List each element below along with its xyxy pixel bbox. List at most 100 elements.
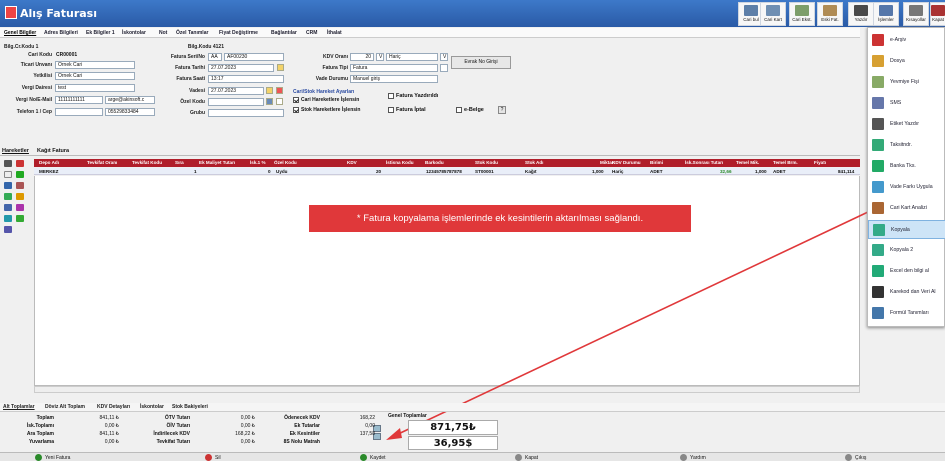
menu-item-4[interactable]: Etiket Yazdır [868, 115, 945, 134]
fatura-tipi-select[interactable]: Fatura [350, 64, 438, 72]
menu-item-9[interactable]: Kopyala [868, 220, 945, 239]
grid-header-18[interactable]: Fiyatı [814, 160, 826, 165]
delete-icon[interactable] [16, 160, 24, 167]
toolbar-button-5[interactable]: İşlemler [873, 2, 899, 26]
menu-item-3[interactable]: SMS [868, 94, 945, 113]
grid-header-6[interactable]: Özel Kodu [274, 160, 297, 165]
kdv-mode-select[interactable]: Hariç [386, 53, 438, 61]
toolbar-button-6[interactable]: Kısayollar [903, 2, 929, 26]
tab-0[interactable]: Genel Bilgiler [4, 30, 36, 36]
ozel-kodu-field[interactable] [208, 98, 264, 106]
vergi-dairesi-field[interactable]: test [55, 84, 135, 92]
dropdown-icon[interactable] [276, 98, 283, 105]
bottom-tab-1[interactable]: Döviz Alt Toplam [45, 404, 85, 410]
bottom-tab-3[interactable]: İskontolar [140, 404, 164, 410]
grid-header-16[interactable]: Temel Mik. [736, 160, 759, 165]
footer-button-0[interactable]: Yeni Fatura [35, 454, 75, 461]
grid-header-3[interactable]: Sıra [175, 160, 184, 165]
menu-item-7[interactable]: Vade Farkı Uygula [868, 178, 945, 197]
fatura-tipi-v-button[interactable] [440, 64, 448, 72]
grid-header-13[interactable]: KDV Durumu [612, 160, 641, 165]
iptal-checkbox[interactable] [388, 107, 394, 113]
fatura-tarihi-field[interactable]: 27.07.2023 [208, 64, 274, 72]
grid-header-2[interactable]: Tevkifat Kodu [132, 160, 162, 165]
menu-item-11[interactable]: Excel den bilgi al [868, 262, 945, 281]
ticari-unvani-field[interactable]: Örnek Cari [55, 61, 135, 69]
tools-icon[interactable] [4, 226, 12, 233]
table-row[interactable]: MERKEZ 1 0 Uydu 20 12345785787878 ST00001 Kağıt… [34, 168, 860, 175]
fatura-no-field[interactable]: AF00230 [224, 53, 284, 61]
grid-header-14[interactable]: Birimi [650, 160, 663, 165]
footer-button-3[interactable]: Kapat [515, 454, 555, 461]
yetkilisi-field[interactable]: Örnek Cari [55, 72, 135, 80]
clear-date-icon[interactable] [276, 87, 283, 94]
menu-item-10[interactable]: Kopyala 2 [868, 241, 945, 260]
grid-header-17[interactable]: Temel Brm. [773, 160, 798, 165]
help-button[interactable]: ? [498, 106, 506, 114]
tab-8[interactable]: CRM [306, 30, 317, 36]
grid-header-0[interactable]: Depo Adı [39, 160, 59, 165]
add-icon[interactable] [16, 171, 24, 178]
evrak-no-button[interactable]: Evrak No Girişi [451, 56, 511, 69]
menu-item-12[interactable]: Karekod dan Veri Al [868, 283, 945, 302]
dollar-icon[interactable] [16, 193, 24, 200]
new-row-icon[interactable] [4, 171, 12, 178]
menu-item-1[interactable]: Dosya [868, 52, 945, 71]
tab-6[interactable]: Fiyat Değiştirme [219, 30, 258, 36]
toolbar-button-4[interactable]: Yazdır [848, 2, 874, 26]
settings-icon[interactable] [4, 160, 12, 167]
grid-header-11[interactable]: Stok Adı [525, 160, 543, 165]
footer-button-1[interactable]: Sil [205, 454, 245, 461]
fatura-seri-field[interactable]: AA [208, 53, 222, 61]
grid-header-1[interactable]: Tevkifat Oranı [87, 160, 117, 165]
tab-9[interactable]: İthalat [327, 30, 342, 36]
kdv-orani-field[interactable]: 20 [350, 53, 374, 61]
stock-icon[interactable] [4, 193, 12, 200]
tab-kagit-fatura[interactable]: Kağıt Fatura [37, 148, 69, 154]
tab-2[interactable]: Ek Bilgiler 1 [86, 30, 115, 36]
yazdirildi-checkbox[interactable] [388, 93, 394, 99]
menu-item-13[interactable]: Formül Tanımları [868, 304, 945, 323]
cari-kodu-value[interactable]: CR00001 [56, 52, 77, 58]
calendar-icon[interactable] [277, 64, 284, 71]
cep-field[interactable]: 05529833484 [105, 108, 155, 116]
bottom-tab-0[interactable]: Alt Toplamlar [3, 404, 35, 410]
grid-header-9[interactable]: Barkodu [425, 160, 444, 165]
stok-hareket-checkbox[interactable] [293, 107, 299, 113]
menu-item-5[interactable]: Taksitndr. [868, 136, 945, 155]
grid-header-4[interactable]: Ek Maliyet Tutarı [199, 160, 235, 165]
kdv-v2-button[interactable]: V [440, 53, 448, 61]
calendar-icon[interactable] [266, 87, 273, 94]
list-icon[interactable] [4, 182, 12, 189]
bottom-tab-2[interactable]: KDV Detayları [97, 404, 130, 410]
kdv-v-button[interactable]: V [376, 53, 384, 61]
telefon-field[interactable] [55, 108, 103, 116]
tab-3[interactable]: İskontolar [122, 30, 146, 36]
footer-button-5[interactable]: Çıkış [845, 454, 885, 461]
footer-button-2[interactable]: Kaydet [360, 454, 400, 461]
toolbar-button-2[interactable]: Cari Ekst. [789, 2, 815, 26]
toolbar-button-1[interactable]: Cari Kart [760, 2, 786, 26]
search-icon[interactable] [16, 182, 24, 189]
menu-item-0[interactable]: e-Arşiv [868, 31, 945, 50]
ebelge-checkbox[interactable] [456, 107, 462, 113]
bottom-tab-4[interactable]: Stok Bakiyeleri [172, 404, 208, 410]
tab-hareketler[interactable]: Hareketler [2, 148, 29, 154]
vade-durumu-select[interactable]: Manuel giriş [350, 75, 438, 83]
vergi-no-field[interactable]: 11111111111 [55, 96, 103, 104]
filter-icon[interactable] [16, 204, 24, 211]
menu-item-2[interactable]: Yevmiye Fişi [868, 73, 945, 92]
tab-4[interactable]: Not [159, 30, 167, 36]
cari-hareket-checkbox[interactable] [293, 97, 299, 103]
vadesi-field[interactable]: 27.07.2023 [208, 87, 264, 95]
grid-header-10[interactable]: Stok Kodu [475, 160, 498, 165]
list-icon[interactable] [266, 98, 273, 105]
toolbar-button-7[interactable]: Kapat [930, 2, 945, 26]
barcode-icon[interactable] [4, 204, 12, 211]
grid-header-15[interactable]: İsk.Sonrası Tutarı [685, 160, 723, 165]
toolbar-button-3[interactable]: Eski Fat. [817, 2, 843, 26]
tab-5[interactable]: Özel Tanımlar [176, 30, 208, 36]
grid-header-8[interactable]: İstisna Kodu [386, 160, 414, 165]
grid-header-5[interactable]: İsk.1 % [250, 160, 266, 165]
fatura-saati-field[interactable]: 13:17 [208, 75, 284, 83]
